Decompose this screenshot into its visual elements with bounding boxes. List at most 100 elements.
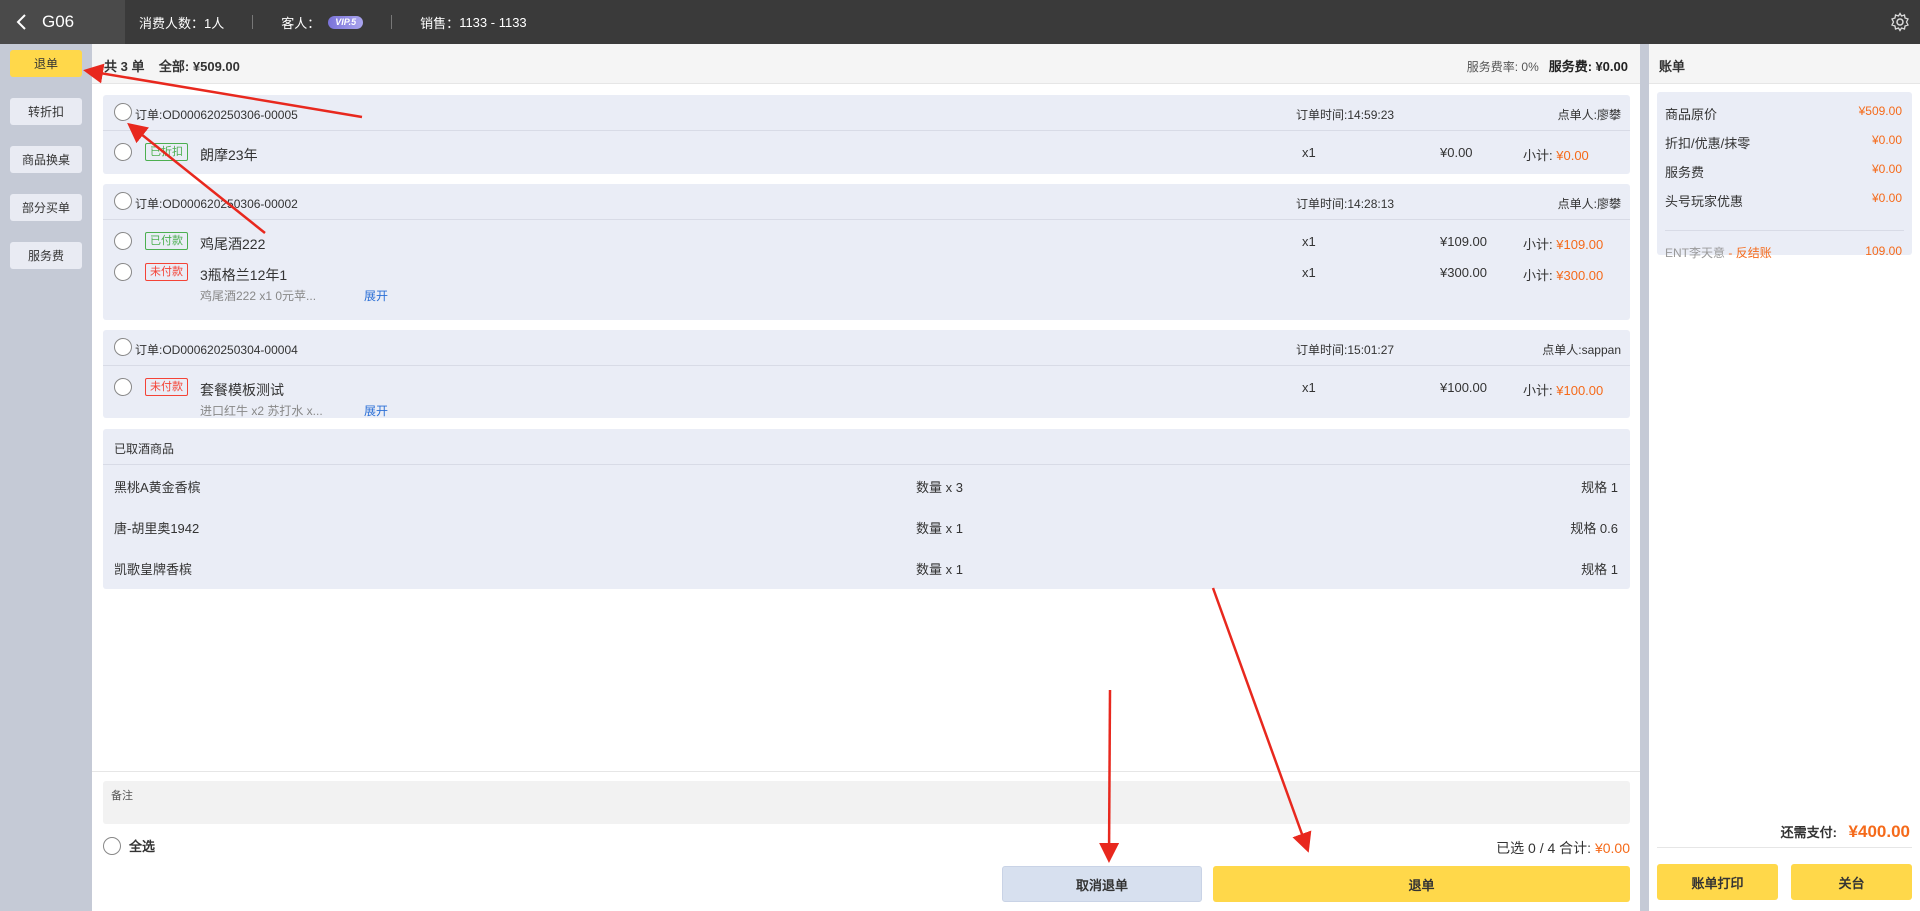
item-detail: 鸡尾酒222 x1 0元苹...: [200, 289, 317, 303]
bill-row: 服务费 ¥0.00: [1657, 154, 1912, 183]
expand-link[interactable]: 展开: [364, 402, 388, 419]
guest-label: 客人: [281, 15, 308, 31]
header-info: 消费人数： 1人 客人： VIP.5 销售： 1133 - 1133: [139, 14, 527, 31]
order-number: OD000620250304-00004: [162, 343, 298, 357]
order-label: 订单:: [135, 343, 163, 357]
total-value: ¥509.00: [192, 59, 240, 74]
order-card: 订单:OD000620250306-00005 订单时间:14:59:23 点单…: [103, 95, 1630, 174]
order-header: 订单:OD000620250304-00004 订单时间:15:01:27 点单…: [103, 330, 1630, 366]
service-rate-value: 0%: [1521, 60, 1539, 74]
item-select-radio[interactable]: [114, 378, 132, 396]
ent-status-link[interactable]: 反结账: [1736, 246, 1772, 260]
order-card: 订单:OD000620250306-00002 订单时间:14:28:13 点单…: [103, 184, 1630, 320]
amount-due: 还需支付: ¥400.00: [1781, 822, 1910, 842]
service-fee-value: ¥0.00: [1595, 59, 1628, 74]
item-qty: x1: [1302, 380, 1316, 395]
item-select-radio[interactable]: [114, 263, 132, 281]
order-select-radio[interactable]: [114, 338, 132, 356]
subtotal-value: ¥0.00: [1556, 148, 1589, 163]
divider: [92, 771, 1640, 772]
close-table-button[interactable]: 关台: [1791, 864, 1912, 900]
taken-item-qty: 数量 x 1: [916, 521, 963, 536]
bill-row-value: ¥0.00: [1871, 191, 1902, 205]
item-price: ¥109.00: [1440, 234, 1487, 249]
order-header: 订单:OD000620250306-00005 订单时间:14:59:23 点单…: [103, 95, 1630, 131]
order-time-label: 订单时间:: [1296, 197, 1348, 211]
order-number: OD000620250306-00002: [162, 197, 298, 211]
taken-items-title: 已取酒商品: [103, 429, 1630, 465]
consumers-label: 消费人数: [139, 15, 192, 31]
order-item: 已付款 鸡尾酒222 x1 ¥109.00 小计: ¥109.00: [103, 227, 1630, 258]
ordered-by: sappan: [1581, 343, 1621, 357]
top-bar: G06 消费人数： 1人 客人： VIP.5 销售： 1133 - 1133: [0, 0, 1920, 44]
ordered-by: 廖攀: [1596, 197, 1621, 211]
subtotal-value: ¥300.00: [1556, 268, 1604, 283]
subtotal-label: 小计:: [1523, 148, 1553, 163]
ordered-by: 廖攀: [1596, 108, 1621, 122]
status-badge: 未付款: [145, 378, 188, 396]
print-bill-button[interactable]: 账单打印: [1657, 864, 1778, 900]
item-detail: 进口红牛 x2 苏打水 x...: [200, 404, 323, 418]
remark-label: 备注: [111, 790, 133, 802]
taken-item-row: 唐-胡里奥1942 数量 x 1 规格 0.6: [103, 506, 1630, 547]
item-name: 鸡尾酒222: [200, 236, 266, 252]
sidebar-item-change-table[interactable]: 商品换桌: [10, 146, 82, 173]
order-time-label: 订单时间:: [1296, 343, 1348, 357]
left-sidebar: 退单 转折扣 商品换桌 部分买单 服务费: [0, 44, 92, 911]
ordered-by-label: 点单人:: [1557, 197, 1597, 211]
bill-panel: 账单 商品原价 ¥509.00 折扣/优惠/抹零 ¥0.00 服务费 ¥0.00 头号…: [1649, 44, 1920, 911]
order-label: 订单:: [135, 108, 163, 122]
item-select-radio[interactable]: [114, 143, 132, 161]
order-select-radio[interactable]: [114, 192, 132, 210]
refund-button[interactable]: 退单: [1213, 866, 1630, 902]
bill-title: 账单: [1649, 44, 1920, 84]
select-all-label: 全选: [129, 839, 156, 854]
expand-link[interactable]: 展开: [364, 287, 388, 304]
item-select-radio[interactable]: [114, 232, 132, 250]
subtotal-label: 小计:: [1523, 268, 1553, 283]
order-item: 已折扣 朗摩23年 x1 ¥0.00 小计: ¥0.00: [103, 138, 1630, 169]
item-qty: x1: [1302, 234, 1316, 249]
select-all[interactable]: 全选: [103, 836, 155, 855]
order-summary: 共 3 单 全部: ¥509.00 服务费率: 0% 服务费: ¥0.00: [92, 44, 1640, 84]
order-time: 15:01:27: [1347, 343, 1395, 357]
taken-item-row: 凯歌皇牌香槟 数量 x 1 规格 1: [103, 547, 1630, 588]
subtotal-value: ¥109.00: [1556, 237, 1604, 252]
sidebar-item-service-fee[interactable]: 服务费: [10, 242, 82, 269]
sidebar-item-refund[interactable]: 退单: [10, 50, 82, 77]
remark-field[interactable]: 备注: [103, 781, 1630, 824]
total-label: 全部:: [158, 59, 190, 74]
taken-item-name: 凯歌皇牌香槟: [114, 562, 193, 577]
sidebar-item-transfer-discount[interactable]: 转折扣: [10, 98, 82, 125]
ent-name: ENT李天意: [1665, 246, 1726, 260]
order-item: 未付款 3瓶格兰12年1 x1 ¥300.00 小计: ¥300.00 鸡尾酒2…: [103, 258, 1630, 313]
divider: [1657, 847, 1912, 848]
order-select-radio[interactable]: [114, 103, 132, 121]
bill-row-value: ¥0.00: [1871, 133, 1902, 147]
taken-item-row: 黑桃A黄金香槟 数量 x 3 规格 1: [103, 465, 1630, 506]
cancel-refund-button[interactable]: 取消退单: [1002, 866, 1202, 902]
divider: [252, 15, 254, 29]
item-qty: x1: [1302, 265, 1316, 280]
item-name: 朗摩23年: [200, 147, 258, 163]
ent-account: ENT李天意 - 反结账: [1665, 246, 1772, 260]
service-fee-label: 服务费:: [1548, 59, 1593, 74]
select-all-radio[interactable]: [103, 836, 121, 855]
taken-item-spec: 规格 1: [1581, 562, 1618, 577]
item-name: 套餐模板测试: [200, 382, 284, 398]
taken-item-spec: 规格 1: [1581, 480, 1618, 495]
ent-value: 109.00: [1865, 244, 1902, 258]
status-badge: 已付款: [145, 232, 188, 250]
status-badge: 未付款: [145, 263, 188, 281]
ordered-by-label: 点单人:: [1542, 343, 1582, 357]
main-panel: 共 3 单 全部: ¥509.00 服务费率: 0% 服务费: ¥0.00 订单…: [92, 44, 1640, 911]
back-button[interactable]: G06: [0, 0, 125, 44]
taken-item-name: 黑桃A黄金香槟: [114, 480, 201, 495]
order-header: 订单:OD000620250306-00002 订单时间:14:28:13 点单…: [103, 184, 1630, 220]
order-count: 共 3 单: [104, 59, 145, 74]
sidebar-item-partial-pay[interactable]: 部分买单: [10, 194, 82, 221]
consumers-value: 1人: [204, 15, 225, 31]
subtotal-label: 小计:: [1523, 237, 1553, 252]
gear-icon[interactable]: [1890, 12, 1910, 32]
vip-badge: VIP.5: [328, 15, 364, 29]
